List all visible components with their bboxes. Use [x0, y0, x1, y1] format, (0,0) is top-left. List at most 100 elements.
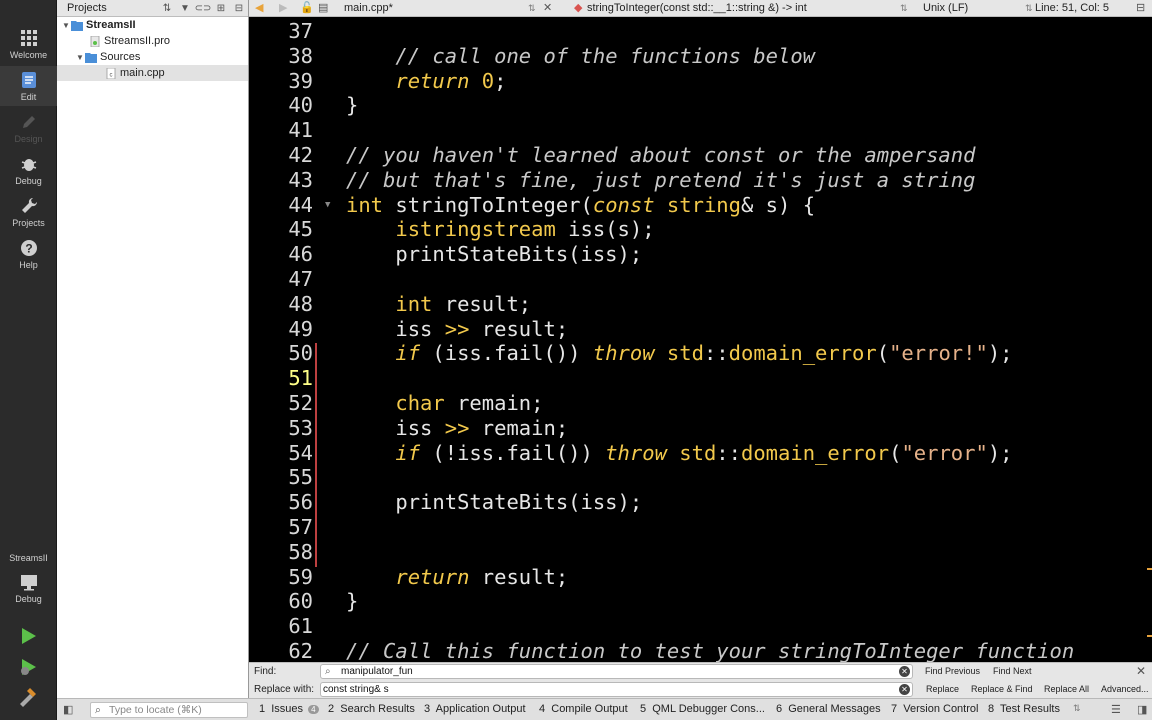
forward-arrow-icon[interactable]: ▶ [279, 0, 287, 17]
find-previous-button[interactable]: Find Previous [925, 666, 980, 676]
tree-item-pro-file[interactable]: StreamsII.pro [57, 33, 248, 49]
more-panes-icon[interactable]: ⇅ [1073, 703, 1081, 714]
code-editor[interactable]: 37 38 39 40 41 42 43 44 ▼ 45 46 47 48 49 50 51 52 53 54 55 5… [249, 17, 1152, 662]
mode-welcome[interactable]: Welcome [0, 24, 57, 64]
current-function[interactable]: stringToInteger(const std::__1::string &… [587, 0, 807, 17]
clear-find-icon[interactable]: ✕ [899, 666, 910, 677]
code-line[interactable]: } [346, 589, 358, 614]
toggle-output-icon[interactable]: ◨ [1137, 703, 1147, 716]
clear-replace-icon[interactable]: ✕ [899, 684, 910, 695]
code-line[interactable]: iss >> result; [346, 317, 568, 342]
close-pane-icon[interactable]: ⊟ [230, 3, 248, 14]
line-number[interactable]: 42 [249, 143, 321, 168]
line-number[interactable]: 44 [249, 193, 321, 218]
pane-search-results[interactable]: 2 Search Results [328, 703, 415, 715]
line-number[interactable]: 50 [249, 341, 321, 366]
pane-qml-debugger-console[interactable]: 5 QML Debugger Cons... [640, 703, 765, 715]
pane-version-control[interactable]: 7 Version Control [891, 703, 978, 715]
code-line[interactable]: // Call this function to test your strin… [346, 639, 1074, 662]
code-line[interactable]: // call one of the functions below [346, 44, 815, 69]
line-number[interactable]: 54 [249, 441, 321, 466]
line-number[interactable]: 51 [249, 366, 321, 391]
mode-projects[interactable]: Projects [0, 192, 57, 232]
code-line[interactable]: char remain; [346, 391, 543, 416]
locator-input[interactable]: ⌕ Type to locate (⌘K) [90, 702, 248, 718]
line-number[interactable]: 61 [249, 614, 321, 639]
build-icon[interactable] [16, 684, 40, 708]
expand-arrow-icon[interactable]: ▼ [75, 53, 85, 62]
line-number[interactable]: 37 [249, 19, 321, 44]
run-icon[interactable] [16, 624, 40, 648]
function-dropdown-icon[interactable]: ⇅ [900, 0, 908, 17]
line-number[interactable]: 38 [249, 44, 321, 69]
code-line[interactable]: // you haven't learned about const or th… [346, 143, 975, 168]
fold-arrow-icon[interactable]: ▼ [325, 200, 330, 210]
back-arrow-icon[interactable]: ◀ [255, 0, 263, 17]
up-down-icon[interactable]: ⇅ [158, 3, 176, 14]
mode-help[interactable]: ? Help [0, 234, 57, 274]
line-number[interactable]: 56 [249, 490, 321, 515]
close-find-icon[interactable]: ✕ [1136, 664, 1146, 678]
code-line[interactable]: return 0; [346, 69, 506, 94]
line-endings[interactable]: Unix (LF) [923, 0, 968, 17]
line-number[interactable]: 52 [249, 391, 321, 416]
line-number[interactable]: 59 [249, 565, 321, 590]
code-line[interactable]: printStateBits(iss); [346, 242, 642, 267]
filter-icon[interactable]: ▼ [176, 3, 194, 14]
file-dropdown-icon[interactable]: ⇅ [528, 0, 536, 17]
line-number[interactable]: 55 [249, 465, 321, 490]
open-file-name[interactable]: main.cpp* [344, 0, 393, 17]
expand-arrow-icon[interactable]: ▼ [61, 21, 71, 30]
tree-item-project[interactable]: ▼ StreamsII [57, 17, 248, 33]
line-number[interactable]: 43 [249, 168, 321, 193]
toggle-sidebar-icon[interactable]: ◧ [63, 703, 73, 716]
tree-item-sources[interactable]: ▼ Sources [57, 49, 248, 65]
code-line[interactable]: istringstream iss(s); [346, 217, 654, 242]
pane-application-output[interactable]: 3 Application Output [424, 703, 526, 715]
line-endings-dropdown-icon[interactable]: ⇅ [1025, 0, 1033, 17]
advanced-button[interactable]: Advanced... [1101, 684, 1149, 694]
debug-run-icon[interactable] [16, 655, 40, 679]
search-icon[interactable]: ⌕ [325, 665, 331, 678]
link-icon[interactable]: ⊂⊃ [194, 3, 212, 14]
replace-button[interactable]: Replace [926, 684, 959, 694]
code-line[interactable]: iss >> remain; [346, 416, 568, 441]
progress-icon[interactable]: ☰ [1111, 703, 1121, 716]
replace-all-button[interactable]: Replace All [1044, 684, 1089, 694]
code-line[interactable]: } [346, 93, 358, 118]
line-number[interactable]: 41 [249, 118, 321, 143]
code-line[interactable]: int stringToInteger(const string& s) { [346, 193, 815, 218]
pane-issues[interactable]: 1 Issues 4 [259, 703, 319, 715]
line-number[interactable]: 39 [249, 69, 321, 94]
tree-item-main-cpp[interactable]: c main.cpp [57, 65, 248, 81]
line-number[interactable]: 45 [249, 217, 321, 242]
code-line[interactable]: return result; [346, 565, 568, 590]
line-number[interactable]: 47 [249, 267, 321, 292]
split-editor-icon[interactable]: ⊟ [1136, 0, 1145, 17]
line-number[interactable]: 49 [249, 317, 321, 342]
split-icon[interactable]: ⊞ [212, 3, 230, 14]
replace-and-find-button[interactable]: Replace & Find [971, 684, 1033, 694]
mode-design[interactable]: Design [0, 108, 57, 148]
line-number[interactable]: 60 [249, 589, 321, 614]
line-number[interactable]: 58 [249, 540, 321, 565]
code-line[interactable]: int result; [346, 292, 531, 317]
pane-compile-output[interactable]: 4 Compile Output [539, 703, 628, 715]
mode-edit[interactable]: Edit [0, 66, 57, 106]
kit-selector[interactable]: Debug [0, 568, 57, 608]
line-number[interactable]: 40 [249, 93, 321, 118]
replace-input[interactable]: const string& s ✕ [320, 682, 913, 697]
line-number[interactable]: 62 [249, 639, 321, 662]
code-line[interactable]: if (!iss.fail()) throw std::domain_error… [346, 441, 1012, 466]
line-number[interactable]: 57 [249, 515, 321, 540]
find-next-button[interactable]: Find Next [993, 666, 1032, 676]
pane-test-results[interactable]: 8 Test Results [988, 703, 1060, 715]
line-number[interactable]: 46 [249, 242, 321, 267]
code-line[interactable]: printStateBits(iss); [346, 490, 642, 515]
code-line[interactable]: if (iss.fail()) throw std::domain_error(… [346, 341, 1012, 366]
close-file-icon[interactable]: ✕ [543, 0, 552, 17]
code-line[interactable]: // but that's fine, just pretend it's ju… [346, 168, 975, 193]
line-number[interactable]: 53 [249, 416, 321, 441]
pane-general-messages[interactable]: 6 General Messages [776, 703, 881, 715]
find-input[interactable]: ⌕ manipulator_fun ✕ [320, 664, 913, 679]
